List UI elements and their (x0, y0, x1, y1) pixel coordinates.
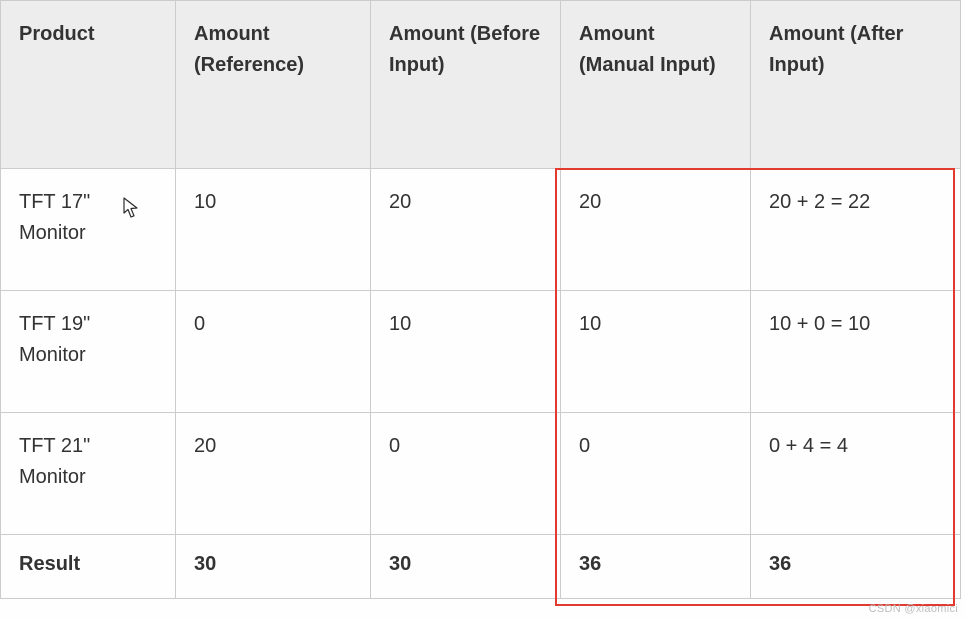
table-result-row: Result 30 30 36 36 (1, 535, 961, 599)
cell-manual: 10 (561, 291, 751, 413)
cell-product: TFT 21" Monitor (1, 413, 176, 535)
cell-manual: 20 (561, 169, 751, 291)
result-manual: 36 (561, 535, 751, 599)
cell-reference: 10 (176, 169, 371, 291)
cell-after: 20 + 2 = 22 (751, 169, 961, 291)
cell-after: 10 + 0 = 10 (751, 291, 961, 413)
result-reference: 30 (176, 535, 371, 599)
amount-table: Product Amount (Reference) Amount (Befor… (0, 0, 961, 599)
col-before: Amount (Before Input) (371, 1, 561, 169)
cell-after: 0 + 4 = 4 (751, 413, 961, 535)
cell-manual: 0 (561, 413, 751, 535)
cell-before: 20 (371, 169, 561, 291)
cell-product: TFT 17" Monitor (1, 169, 176, 291)
cell-reference: 0 (176, 291, 371, 413)
col-reference: Amount (Reference) (176, 1, 371, 169)
watermark: CSDN @xiaomici (869, 603, 958, 615)
result-label: Result (1, 535, 176, 599)
cell-reference: 20 (176, 413, 371, 535)
result-before: 30 (371, 535, 561, 599)
table-row: TFT 19" Monitor 0 10 10 10 + 0 = 10 (1, 291, 961, 413)
result-after: 36 (751, 535, 961, 599)
cell-before: 0 (371, 413, 561, 535)
cell-product: TFT 19" Monitor (1, 291, 176, 413)
col-manual: Amount (Manual Input) (561, 1, 751, 169)
cell-before: 10 (371, 291, 561, 413)
table-row: TFT 17" Monitor 10 20 20 20 + 2 = 22 (1, 169, 961, 291)
table-header-row: Product Amount (Reference) Amount (Befor… (1, 1, 961, 169)
table-row: TFT 21" Monitor 20 0 0 0 + 4 = 4 (1, 413, 961, 535)
col-after: Amount (After Input) (751, 1, 961, 169)
col-product: Product (1, 1, 176, 169)
